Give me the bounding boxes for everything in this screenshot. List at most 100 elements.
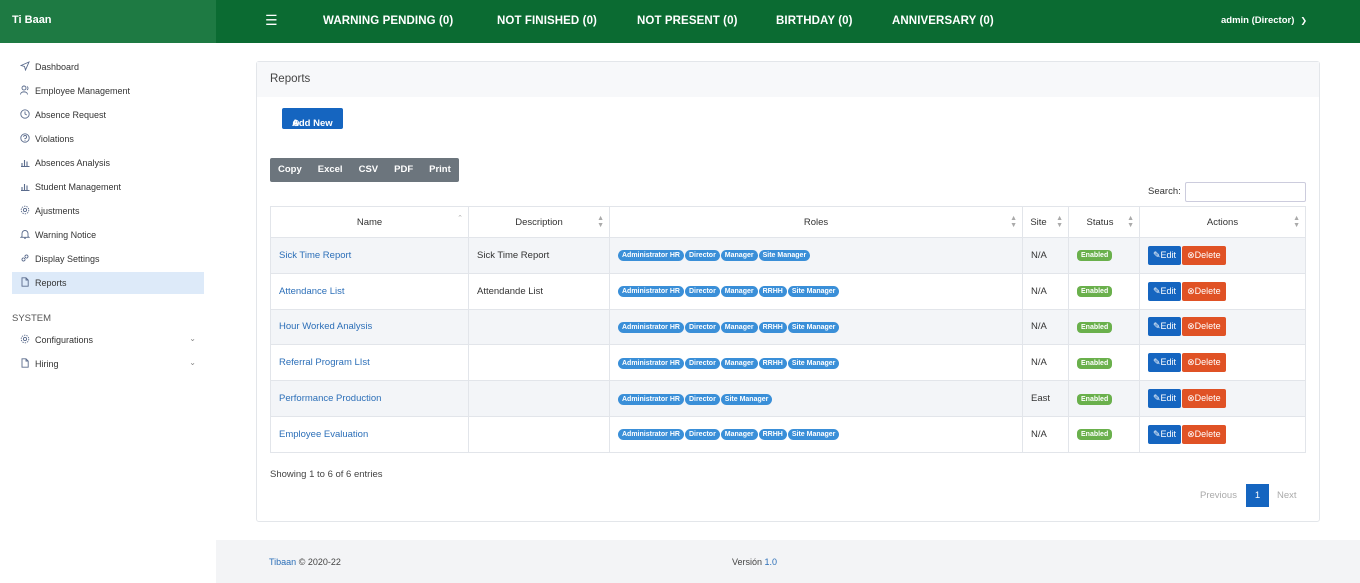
nav-anniversary[interactable]: ANNIVERSARY (0): [892, 15, 994, 27]
cell-site: N/A: [1022, 415, 1069, 453]
edit-button[interactable]: ✎Edit: [1148, 389, 1182, 409]
export-button-group: Copy Excel CSV PDF Print: [270, 158, 459, 182]
sidebar-item-hiring[interactable]: Hiring ⌄: [12, 353, 204, 375]
role-badge: Manager: [720, 250, 758, 262]
role-badge: Administrator HR: [618, 321, 684, 333]
edit-button[interactable]: ✎Edit: [1148, 317, 1182, 337]
pagination-previous[interactable]: Previous: [1200, 490, 1237, 501]
delete-button[interactable]: ⊗Delete: [1182, 281, 1226, 301]
footer: Tibaan © 2020-22 Versión 1.0: [216, 540, 1360, 583]
send-icon: [20, 61, 30, 71]
delete-label: Delete: [1194, 249, 1221, 260]
footer-copyright: Tibaan © 2020-22: [269, 557, 341, 567]
role-badge: Site Manager: [787, 286, 840, 298]
report-name-link[interactable]: Employee Evaluation: [279, 429, 368, 440]
cell-actions: ✎Edit ⊗Delete: [1139, 344, 1306, 382]
user-menu[interactable]: admin (Director) ❯: [1221, 15, 1307, 26]
footer-brand-link[interactable]: Tibaan: [269, 557, 296, 567]
report-name-link[interactable]: Sick Time Report: [279, 250, 351, 261]
users-icon: [20, 85, 29, 95]
pdf-button[interactable]: PDF: [386, 158, 421, 182]
chevron-down-icon: ⌄: [189, 358, 196, 367]
role-badge: Manager: [720, 429, 758, 441]
pagination-next[interactable]: Next: [1277, 490, 1297, 501]
chevron-down-icon: ❯: [1300, 16, 1308, 25]
add-new-button[interactable]: ⊕ Add New: [282, 108, 343, 129]
excel-button[interactable]: Excel: [310, 158, 351, 182]
nav-not-finished[interactable]: NOT FINISHED (0): [497, 15, 597, 27]
edit-button[interactable]: ✎Edit: [1148, 424, 1182, 444]
cell-name: Employee Evaluation: [270, 415, 469, 453]
role-badge: RRHH: [758, 357, 787, 369]
edit-button[interactable]: ✎Edit: [1148, 281, 1182, 301]
delete-label: Delete: [1194, 285, 1221, 296]
edit-label: Edit: [1160, 393, 1177, 404]
cell-roles: Administrator HR Director Site Manager: [609, 380, 1023, 417]
nav-warning-pending[interactable]: WARNING PENDING (0): [323, 15, 453, 27]
column-header-actions[interactable]: Actions ▲ ▼: [1139, 206, 1306, 238]
sidebar-item-warning-notice[interactable]: Warning Notice: [12, 224, 204, 246]
edit-label: Edit: [1160, 321, 1177, 332]
sidebar-item-absences-analysis[interactable]: Absences Analysis: [12, 152, 204, 174]
sidebar-item-dashboard[interactable]: Dashboard: [12, 56, 204, 78]
bar-chart-icon: [21, 184, 30, 191]
role-badge: Administrator HR: [618, 286, 684, 298]
gear-icon: [20, 205, 30, 215]
column-header-status[interactable]: Status ▲ ▼: [1068, 206, 1140, 238]
bell-icon: [20, 230, 30, 239]
column-header-name[interactable]: Name ⌃: [270, 206, 469, 238]
column-header-site[interactable]: Site ▲ ▼: [1022, 206, 1069, 238]
sidebar-item-employee-management[interactable]: Employee Management: [12, 80, 204, 102]
pagination-page-1[interactable]: 1: [1246, 484, 1269, 507]
delete-label: Delete: [1194, 321, 1221, 332]
version-link[interactable]: 1.0: [765, 557, 778, 567]
search-input[interactable]: [1185, 182, 1306, 202]
sidebar-item-label: Dashboard: [35, 62, 80, 72]
report-name-link[interactable]: Performance Production: [279, 393, 381, 404]
x-circle-icon: ⊗: [1187, 249, 1195, 260]
cell-status: Enabled: [1068, 237, 1140, 274]
report-name-link[interactable]: Attendance List: [279, 286, 345, 297]
cell-description: [468, 344, 610, 382]
brand-name[interactable]: Ti Baan: [12, 14, 52, 26]
file-icon: [21, 358, 29, 368]
delete-button[interactable]: ⊗Delete: [1182, 317, 1226, 337]
cell-actions: ✎Edit ⊗Delete: [1139, 237, 1306, 274]
role-badge: Director: [684, 286, 720, 298]
sidebar-item-configurations[interactable]: Configurations ⌄: [12, 329, 204, 351]
column-header-description[interactable]: Description ▲ ▼: [468, 206, 610, 238]
sidebar-item-display-settings[interactable]: Display Settings: [12, 248, 204, 270]
copy-button[interactable]: Copy: [270, 158, 310, 182]
nav-not-present[interactable]: NOT PRESENT (0): [637, 15, 738, 27]
csv-button[interactable]: CSV: [351, 158, 387, 182]
report-name-link[interactable]: Hour Worked Analysis: [279, 321, 372, 332]
delete-button[interactable]: ⊗Delete: [1182, 245, 1226, 265]
sidebar-item-student-management[interactable]: Student Management: [12, 176, 204, 198]
cell-actions: ✎Edit ⊗Delete: [1139, 308, 1306, 346]
sidebar-item-reports[interactable]: Reports: [12, 272, 204, 294]
role-badge: Administrator HR: [618, 250, 684, 262]
delete-button[interactable]: ⊗Delete: [1182, 424, 1226, 444]
menu-toggle-icon[interactable]: ☰: [265, 12, 278, 29]
nav-birthday[interactable]: BIRTHDAY (0): [776, 15, 853, 27]
delete-button[interactable]: ⊗Delete: [1182, 389, 1226, 409]
cell-name: Performance Production: [270, 380, 469, 417]
print-button[interactable]: Print: [421, 158, 459, 182]
sidebar-item-violations[interactable]: Violations: [12, 128, 204, 150]
role-badge: Director: [684, 250, 720, 262]
sidebar-item-ajustments[interactable]: Ajustments: [12, 200, 204, 222]
edit-button[interactable]: ✎Edit: [1148, 245, 1182, 265]
x-circle-icon: ⊗: [1187, 428, 1195, 439]
clock-icon: [20, 109, 30, 119]
sidebar-item-absence-request[interactable]: Absence Request: [12, 104, 204, 126]
cell-name: Sick Time Report: [270, 237, 469, 274]
cell-site: N/A: [1022, 344, 1069, 382]
report-name-link[interactable]: Referral Program LIst: [279, 357, 370, 368]
add-new-label: Add New: [292, 118, 333, 129]
delete-button[interactable]: ⊗Delete: [1182, 353, 1226, 373]
table-row: Referral Program LIst Administrator HR Dir…: [270, 344, 1306, 382]
cell-site: East: [1022, 380, 1069, 417]
column-header-roles[interactable]: Roles ▲ ▼: [609, 206, 1023, 238]
edit-button[interactable]: ✎Edit: [1148, 353, 1182, 373]
delete-label: Delete: [1194, 428, 1221, 439]
